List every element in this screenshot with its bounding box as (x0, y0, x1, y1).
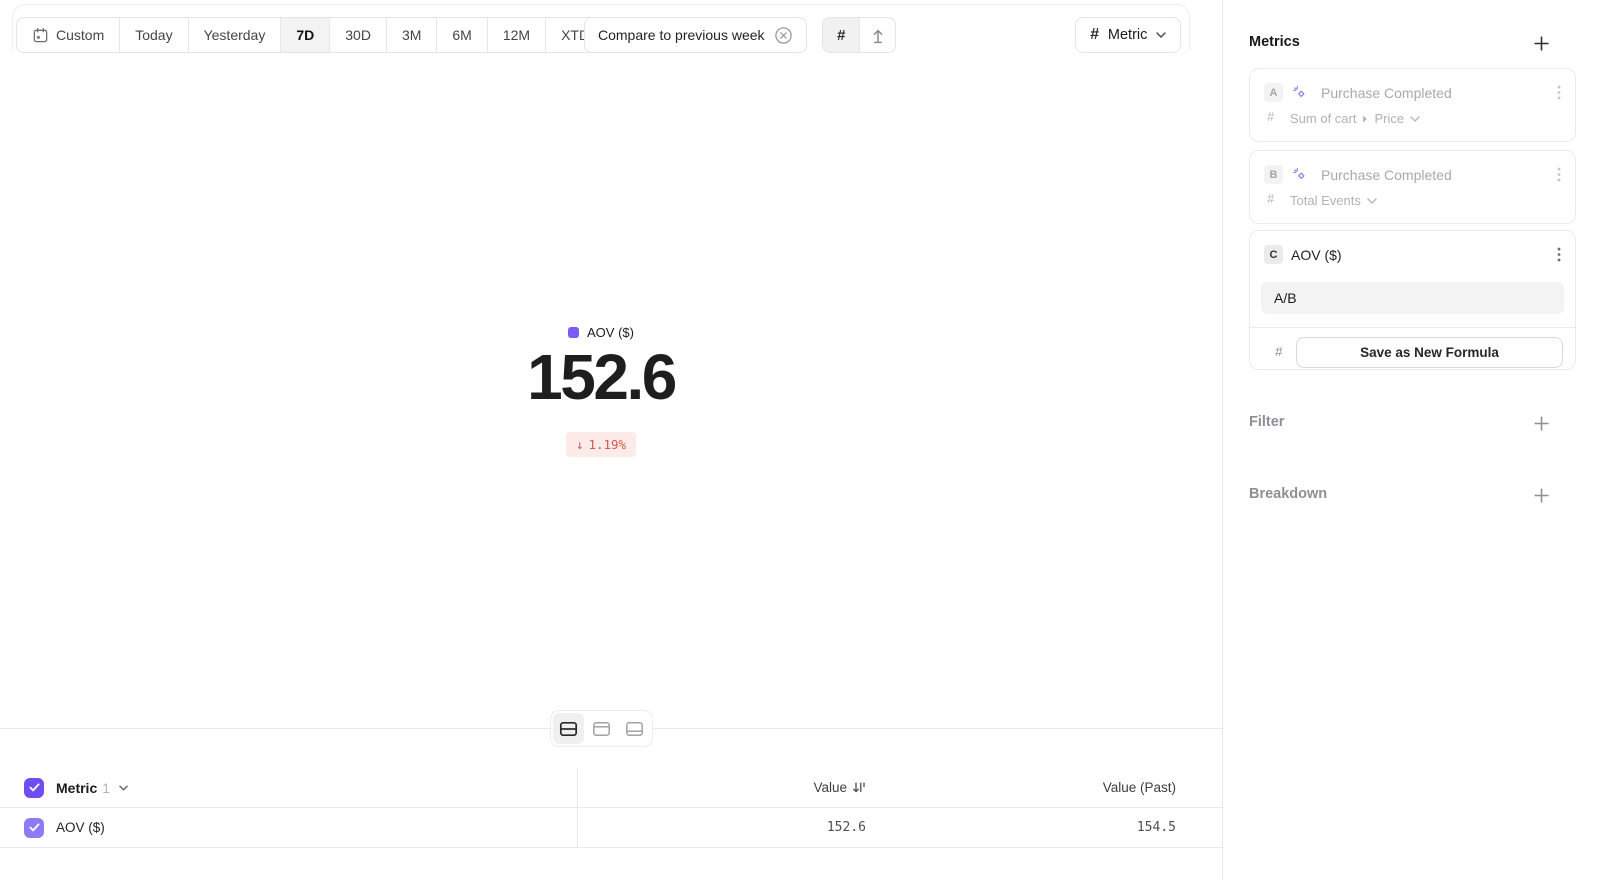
row-value: 152.6 (577, 820, 866, 835)
insights-report-app: Custom Today Yesterday 7D 30D 3M 6M 12M … (0, 0, 1600, 880)
filter-section-title: Filter (1249, 414, 1284, 430)
date-range-segmented-control: Custom Today Yesterday 7D 30D 3M 6M 12M … (16, 17, 622, 53)
kebab-menu-icon[interactable] (1557, 85, 1561, 100)
arrow-up-from-line-icon (870, 27, 886, 44)
metric-button-label: Metric (1108, 27, 1147, 43)
calendar-icon (32, 27, 49, 44)
report-canvas: Custom Today Yesterday 7D 30D 3M 6M 12M … (0, 0, 1222, 880)
value-past-column-header[interactable]: Value (Past) (866, 780, 1176, 795)
date-range-6m[interactable]: 6M (437, 18, 487, 52)
kebab-menu-icon[interactable] (1557, 247, 1561, 262)
row-checkbox[interactable] (24, 818, 44, 838)
chevron-down-icon (1156, 32, 1166, 38)
chart-top-view-icon (592, 721, 611, 737)
chevron-down-icon[interactable] (119, 785, 128, 791)
split-view-button[interactable] (553, 713, 584, 744)
arrow-down-icon: ↓ (576, 437, 584, 452)
date-range-30d[interactable]: 30D (330, 18, 387, 52)
add-metric-button[interactable]: # Metric (1075, 17, 1181, 53)
sparkle-icon (1292, 85, 1307, 100)
date-range-label: Custom (56, 27, 104, 43)
kebab-menu-icon[interactable] (1557, 167, 1561, 182)
metric-letter-badge: A (1264, 83, 1283, 102)
metric-card-a[interactable]: A Purchase Completed # Sum of cart (1249, 68, 1576, 142)
legend-swatch (568, 327, 579, 338)
hash-icon: # (1267, 110, 1274, 124)
hash-icon: # (1275, 344, 1282, 359)
save-as-new-formula-button[interactable]: Save as New Formula (1296, 337, 1563, 368)
card-divider (1250, 327, 1575, 328)
date-range-3m[interactable]: 3M (387, 18, 437, 52)
metric-card-b[interactable]: B Purchase Completed # Total Events (1249, 150, 1576, 224)
value-column-header[interactable]: Value (577, 780, 866, 795)
display-trend-toggle[interactable] (859, 18, 895, 52)
chevron-down-icon (1367, 198, 1377, 204)
add-filter-plus-button[interactable] (1530, 412, 1552, 434)
date-range-7d[interactable]: 7D (281, 18, 330, 52)
kpi-legend: AOV ($) (0, 325, 1202, 340)
formula-metric-name[interactable]: AOV ($) (1291, 247, 1342, 263)
kpi-delta-value: 1.19% (588, 437, 626, 452)
chevron-down-icon (1410, 116, 1420, 122)
sort-descending-icon (852, 781, 866, 794)
kpi-value: 152.6 (0, 342, 1202, 412)
formula-input[interactable]: A/B (1261, 282, 1564, 314)
compare-chip-label: Compare to previous week (598, 27, 765, 43)
hash-icon: # (837, 27, 845, 44)
select-all-checkbox[interactable] (24, 778, 44, 798)
aggregation-dropdown[interactable]: Total Events (1290, 193, 1377, 208)
table-header-row: Metric 1 Value Value (Past) (0, 768, 1222, 808)
display-number-toggle[interactable]: # (823, 18, 859, 52)
metric-letter-badge: B (1264, 165, 1283, 184)
date-range-12m[interactable]: 12M (488, 18, 546, 52)
layout-view-switcher (550, 710, 653, 747)
table-row[interactable]: AOV ($) 152.6 154.5 (0, 808, 1222, 848)
aggregation-dropdown[interactable]: Sum of cart Price (1290, 111, 1420, 126)
add-breakdown-plus-button[interactable] (1530, 484, 1552, 506)
metric-event-name[interactable]: Purchase Completed (1321, 85, 1452, 101)
row-metric-name: AOV ($) (56, 820, 105, 835)
date-range-custom[interactable]: Custom (17, 18, 120, 52)
table-column-divider (577, 768, 578, 848)
date-range-yesterday[interactable]: Yesterday (189, 18, 282, 52)
compare-to-previous-week-chip[interactable]: Compare to previous week (584, 17, 807, 53)
toolbar: Custom Today Yesterday 7D 30D 3M 6M 12M … (0, 17, 1222, 53)
legend-label: AOV ($) (587, 325, 634, 340)
hash-icon: # (1267, 192, 1274, 206)
chart-bottom-view-icon (625, 721, 644, 737)
query-builder-sidebar: Metrics A Purchase Completed # (1222, 0, 1600, 880)
value-display-toggle: # (822, 17, 896, 53)
kpi-delta-badge: ↓ 1.19% (566, 432, 636, 457)
sparkle-icon (1292, 167, 1307, 182)
metric-event-name[interactable]: Purchase Completed (1321, 167, 1452, 183)
dismiss-compare-icon[interactable] (774, 26, 793, 45)
chart-top-view-button[interactable] (586, 713, 617, 744)
metric-letter-badge: C (1264, 245, 1283, 264)
breakdown-section-title: Breakdown (1249, 486, 1327, 502)
split-view-icon (559, 721, 578, 737)
chart-bottom-view-button[interactable] (619, 713, 650, 744)
row-value-past: 154.5 (866, 820, 1176, 835)
property-arrow-icon (1362, 115, 1368, 123)
date-range-today[interactable]: Today (120, 18, 188, 52)
metric-card-c-formula[interactable]: C AOV ($) A/B # Save as New Formula (1249, 230, 1576, 370)
hash-icon: # (1090, 26, 1099, 44)
metric-column-header[interactable]: Metric 1 (56, 780, 110, 796)
metrics-section-title: Metrics (1249, 34, 1300, 50)
add-metric-plus-button[interactable] (1530, 32, 1552, 54)
